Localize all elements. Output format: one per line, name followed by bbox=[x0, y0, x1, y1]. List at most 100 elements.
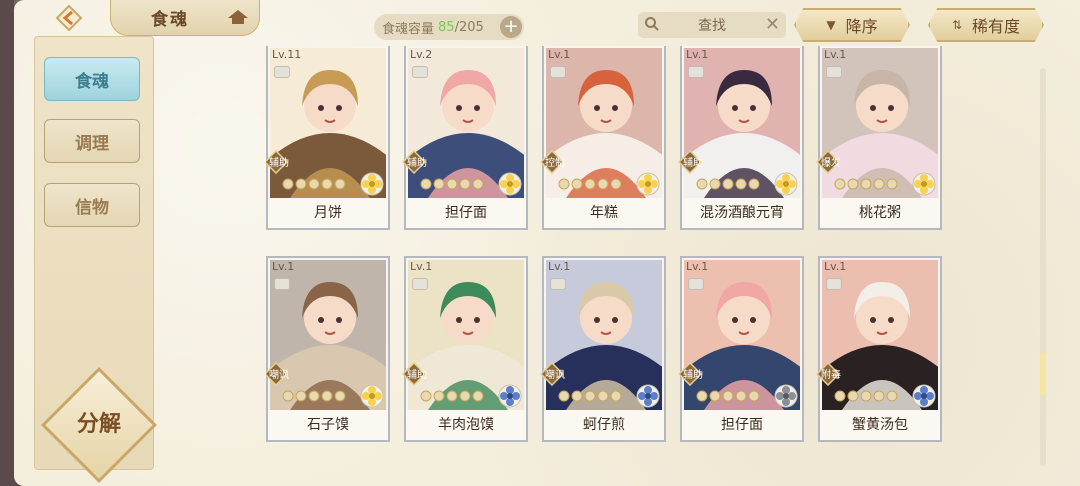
star-icon bbox=[834, 178, 846, 190]
food-soul-grid: Lv.11 辅助 月饼 Lv.2 辅助 担仔面 Lv.1 控制 年糕 Lv.1 … bbox=[266, 46, 956, 476]
level-label: Lv.1 bbox=[272, 260, 295, 273]
tag-chip-icon bbox=[688, 66, 704, 78]
star-icon bbox=[722, 178, 734, 190]
page-background: 食魂 食魂容量 85 /205 + 查找 ✕ ▼ 降序 ⇅ 稀有度 食魂 调理 … bbox=[14, 0, 1080, 486]
star-icon bbox=[748, 390, 760, 402]
star-icon bbox=[722, 390, 734, 402]
tag-chip-icon bbox=[826, 278, 842, 290]
star-icon bbox=[308, 178, 320, 190]
scrollbar-thumb[interactable] bbox=[1040, 352, 1046, 396]
star-icon bbox=[597, 178, 609, 190]
food-soul-card[interactable]: Lv.1 辅助 混汤酒酿元宵 bbox=[677, 46, 804, 230]
food-soul-card[interactable]: Lv.1 嘲讽 蚵仔煎 bbox=[539, 256, 666, 442]
capacity-current: 85 bbox=[438, 19, 455, 35]
food-soul-name: 混汤酒酿元宵 bbox=[700, 205, 784, 221]
back-button[interactable] bbox=[50, 3, 88, 33]
star-icon bbox=[472, 178, 484, 190]
search-box[interactable]: 查找 ✕ bbox=[638, 12, 786, 38]
capacity-max: /205 bbox=[454, 19, 484, 35]
food-soul-card[interactable]: Lv.1 辅助 羊肉泡馍 bbox=[401, 256, 528, 442]
star-icon bbox=[558, 178, 570, 190]
search-label: 查找 bbox=[698, 18, 726, 34]
element-flower-icon bbox=[360, 384, 384, 408]
role-badge: 控制 bbox=[539, 149, 565, 175]
star-icon bbox=[321, 390, 333, 402]
star-icon bbox=[420, 390, 432, 402]
star-icon bbox=[472, 390, 484, 402]
tab-tokens-label: 信物 bbox=[75, 197, 109, 218]
star-icon bbox=[558, 390, 570, 402]
tag-chip-icon bbox=[688, 278, 704, 290]
sort-order-button[interactable]: ▼ 降序 bbox=[794, 8, 910, 42]
back-arrow-icon bbox=[55, 5, 83, 31]
tab-food-souls[interactable]: 食魂 bbox=[44, 57, 140, 101]
food-soul-name: 羊肉泡馍 bbox=[438, 417, 494, 433]
food-soul-card[interactable]: Lv.1 附毒 蟹黄汤包 bbox=[815, 256, 942, 442]
level-label: Lv.1 bbox=[686, 260, 709, 273]
star-icon bbox=[847, 178, 859, 190]
food-soul-card[interactable]: Lv.1 辅助 担仔面 bbox=[677, 256, 804, 442]
role-label: 辅助 bbox=[683, 158, 703, 169]
tab-food-souls-label: 食魂 bbox=[75, 71, 109, 92]
role-label: 附毒 bbox=[821, 370, 841, 381]
tag-chip-icon bbox=[412, 278, 428, 290]
element-flower-icon bbox=[498, 172, 522, 196]
star-icon bbox=[295, 178, 307, 190]
level-label: Lv.1 bbox=[548, 48, 571, 61]
food-soul-name: 年糕 bbox=[590, 205, 618, 221]
star-icon bbox=[610, 390, 622, 402]
star-icon bbox=[321, 178, 333, 190]
star-icon bbox=[860, 390, 872, 402]
star-icon bbox=[308, 390, 320, 402]
star-icon bbox=[433, 178, 445, 190]
decompose-label[interactable]: 分解 bbox=[58, 406, 140, 438]
tab-tokens[interactable]: 信物 bbox=[44, 183, 140, 227]
capacity-label: 食魂容量 bbox=[382, 21, 435, 37]
scrollbar[interactable] bbox=[1040, 68, 1046, 466]
star-icon bbox=[571, 178, 583, 190]
food-soul-card[interactable]: Lv.1 爆发 桃花粥 bbox=[815, 46, 942, 230]
star-icon bbox=[433, 390, 445, 402]
top-bar: 食魂 食魂容量 85 /205 + 查找 ✕ ▼ 降序 ⇅ 稀有度 bbox=[14, 0, 1080, 44]
food-soul-name: 石子馍 bbox=[307, 417, 349, 433]
star-icon bbox=[873, 178, 885, 190]
role-badge: 附毒 bbox=[815, 361, 841, 387]
element-flower-icon bbox=[774, 384, 798, 408]
sort-rarity-label: 稀有度 bbox=[972, 17, 1021, 36]
page-title: 食魂 bbox=[151, 10, 189, 30]
star-icon bbox=[847, 390, 859, 402]
food-soul-card[interactable]: Lv.2 辅助 担仔面 bbox=[401, 46, 528, 230]
role-label: 辅助 bbox=[683, 370, 703, 381]
level-label: Lv.1 bbox=[686, 48, 709, 61]
star-rating bbox=[696, 178, 760, 190]
sort-rarity-button[interactable]: ⇅ 稀有度 bbox=[928, 8, 1044, 42]
element-flower-icon bbox=[912, 172, 936, 196]
role-label: 嘲讽 bbox=[545, 370, 565, 381]
level-label: Lv.1 bbox=[410, 260, 433, 273]
swap-icon: ⇅ bbox=[951, 18, 963, 32]
element-flower-icon bbox=[912, 384, 936, 408]
star-icon bbox=[446, 178, 458, 190]
star-icon bbox=[696, 178, 708, 190]
star-icon bbox=[295, 390, 307, 402]
star-icon bbox=[834, 390, 846, 402]
element-flower-icon bbox=[774, 172, 798, 196]
star-icon bbox=[886, 178, 898, 190]
role-label: 嘲讽 bbox=[269, 370, 289, 381]
star-icon bbox=[735, 390, 747, 402]
food-soul-card[interactable]: Lv.11 辅助 月饼 bbox=[266, 46, 390, 230]
element-flower-icon bbox=[360, 172, 384, 196]
expand-capacity-button[interactable]: + bbox=[500, 16, 522, 38]
star-icon bbox=[748, 178, 760, 190]
clear-search-icon[interactable]: ✕ bbox=[765, 14, 780, 35]
tab-cooking[interactable]: 调理 bbox=[44, 119, 140, 163]
star-icon bbox=[282, 178, 294, 190]
food-soul-card[interactable]: Lv.1 控制 年糕 bbox=[539, 46, 666, 230]
food-soul-card[interactable]: Lv.1 嘲讽 石子馍 bbox=[266, 256, 390, 442]
star-icon bbox=[597, 390, 609, 402]
element-flower-icon bbox=[636, 172, 660, 196]
role-badge: 辅助 bbox=[401, 361, 427, 387]
star-rating bbox=[420, 178, 484, 190]
element-flower-icon bbox=[498, 384, 522, 408]
role-badge: 辅助 bbox=[677, 361, 703, 387]
